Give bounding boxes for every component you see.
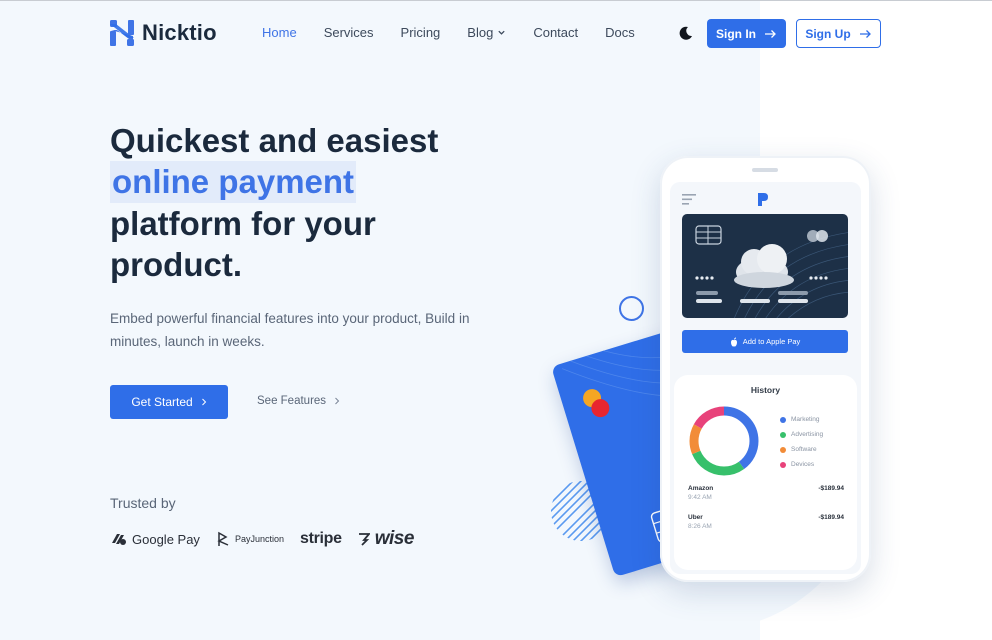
top-border [0,0,992,1]
legend-label: Devices [791,461,815,468]
moon-icon[interactable] [678,25,694,41]
headline-highlight: online payment [110,161,357,203]
cloud-icon [734,244,794,288]
arrow-right-icon [859,29,871,38]
history-title: History [750,385,781,395]
transaction-amount: -$189.94 [818,485,844,492]
hero-headline: Quickest and easiest online payment plat… [110,120,530,285]
nav-blog-label: Blog [467,25,494,40]
history-legend: Marketing Advertising Software Devices [780,412,823,472]
chevron-right-icon [201,398,206,406]
headline-line-3: platform for your [110,205,376,242]
legend-item-marketing: Marketing [780,412,823,427]
legend-item-devices: Devices [780,457,823,472]
legend-label: Marketing [791,416,820,423]
see-features-link[interactable]: See Features [257,395,340,407]
get-started-label: Get Started [131,395,193,409]
legend-label: Advertising [791,431,824,438]
legend-label: Software [791,446,817,453]
menu-icon[interactable] [682,194,697,205]
nav-blog[interactable]: Blog [467,25,506,40]
dark-credit-card [682,214,848,318]
nav-pricing[interactable]: Pricing [401,25,441,40]
sign-up-button[interactable]: Sign Up [796,19,881,48]
get-started-button[interactable]: Get Started [110,385,228,419]
ring-decoration [619,296,644,321]
transaction-row[interactable]: Uber -$189.94 8:26 AM [688,514,844,530]
transaction-name: Amazon [688,485,714,492]
brand-logo[interactable]: Nicktio [110,20,217,46]
chevron-right-icon [335,397,340,405]
legend-item-software: Software [780,442,823,457]
payjunction-logo: PayJunction [216,531,284,547]
see-features-label: See Features [257,395,327,407]
transaction-time: 9:42 AM [688,494,712,501]
apple-pay-label: Add to Apple Pay [742,337,801,346]
brand-name: Nicktio [142,20,217,45]
main-nav: Home Services Pricing Blog Contact Docs [262,25,662,40]
google-pay-text: Google Pay [132,531,200,547]
legend-dot [780,446,786,453]
chevron-down-icon [498,30,505,35]
google-pay-logo: Google Pay [110,532,200,547]
transaction-time: 8:26 AM [688,523,712,530]
trusted-by-label: Trusted by [110,495,176,511]
headline-line-1: Quickest and easiest [110,122,439,159]
sign-in-button[interactable]: Sign In [707,19,786,48]
sign-up-label: Sign Up [805,26,851,41]
logo-icon [110,20,134,46]
add-to-apple-pay-button[interactable]: Add to Apple Pay [682,330,848,353]
transaction-name: Uber [688,514,703,521]
transaction-amount: -$189.94 [818,514,844,521]
phone-mockup: Add to Apple Pay History Marketing Adver… [660,156,871,582]
wise-logo: wise [358,528,414,550]
stripe-logo: stripe [299,530,342,547]
phone-screen: Add to Apple Pay History Marketing Adver… [670,182,861,574]
nav-contact[interactable]: Contact [533,25,578,40]
history-donut-chart [689,406,759,476]
legend-dot [780,416,786,423]
transaction-row[interactable]: Amazon -$189.94 9:42 AM [688,485,844,501]
legend-dot [780,461,786,468]
app-logo-icon [758,193,768,206]
legend-dot [780,431,786,438]
phone-speaker [752,168,778,172]
history-panel: History Marketing Advertising Software D… [674,375,857,570]
trusted-brands: Google Pay PayJunction stripe wise [110,528,414,550]
google-pay-icon [112,534,126,545]
payjunction-text: PayJunction [234,534,284,544]
arrow-right-icon [765,29,776,38]
payjunction-icon [217,531,229,546]
wise-flag-icon [358,533,370,546]
hero-subtext: Embed powerful financial features into y… [110,311,470,349]
wise-text: wise [374,528,415,549]
nav-docs[interactable]: Docs [605,25,635,40]
headline-line-4: product. [110,246,242,283]
legend-item-advertising: Advertising [780,427,823,442]
sign-in-label: Sign In [716,26,756,41]
nav-services[interactable]: Services [324,25,374,40]
nav-home[interactable]: Home [262,25,297,40]
apple-icon [730,337,737,347]
